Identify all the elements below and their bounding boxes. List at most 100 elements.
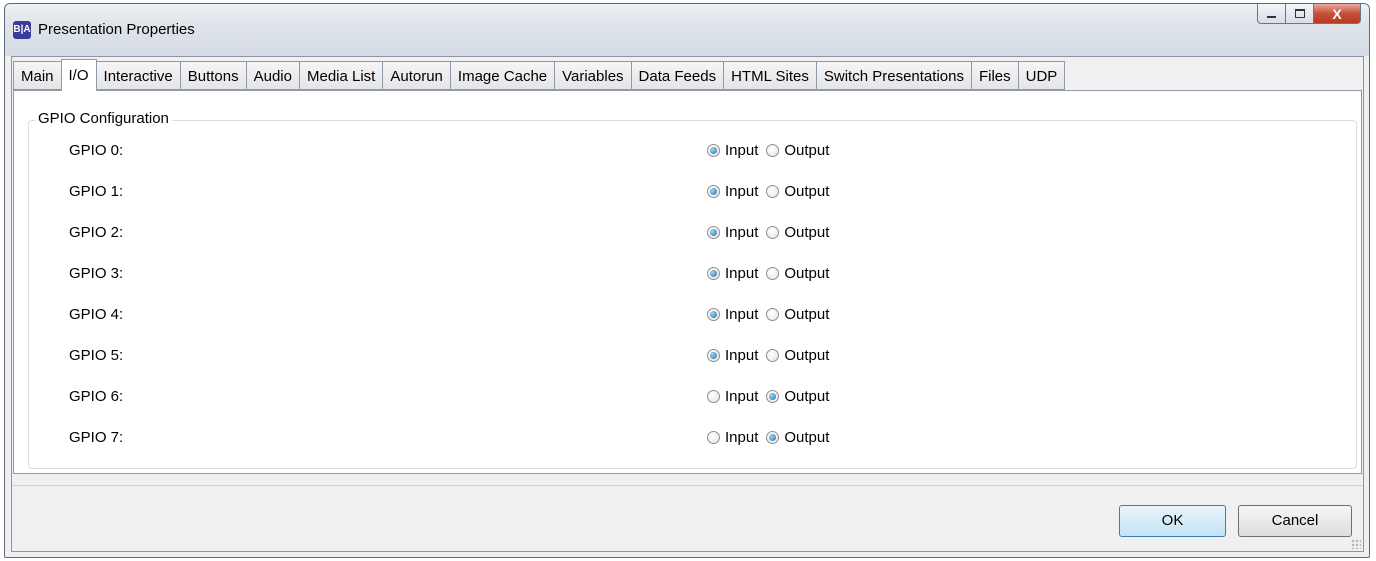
- radio-selected-icon[interactable]: [707, 185, 720, 198]
- gpio-label: GPIO 3:: [69, 265, 124, 282]
- gpio-row: GPIO 5: Input Output: [29, 345, 1356, 369]
- tab-media-list[interactable]: Media List: [298, 61, 384, 90]
- gpio-output-radio[interactable]: Output: [766, 142, 829, 159]
- gpio-output-radio[interactable]: Output: [766, 265, 829, 282]
- tab-udp[interactable]: UDP: [1017, 61, 1066, 90]
- gpio-label: GPIO 4:: [69, 306, 124, 323]
- minimize-button[interactable]: [1257, 4, 1286, 24]
- gpio-mode-radio-group: Input Output: [707, 183, 837, 200]
- tab-image-cache[interactable]: Image Cache: [449, 61, 556, 90]
- radio-label: Input: [725, 224, 759, 241]
- gpio-mode-radio-group: Input Output: [707, 265, 837, 282]
- tab-main[interactable]: Main: [13, 61, 62, 90]
- radio-unselected-icon[interactable]: [766, 185, 780, 198]
- tab-buttons[interactable]: Buttons: [179, 61, 247, 90]
- gpio-label: GPIO 7:: [69, 429, 124, 446]
- gpio-configuration-group: GPIO Configuration GPIO 0: Input Output GPI…: [28, 110, 1357, 469]
- gpio-mode-radio-group: Input Output: [707, 142, 837, 159]
- tab-audio[interactable]: Audio: [245, 61, 300, 90]
- radio-label: Input: [725, 142, 759, 159]
- dialog-content: Main I/O Interactive Buttons Audio Media List…: [11, 56, 1364, 552]
- tab-interactive[interactable]: Interactive: [95, 61, 181, 90]
- radio-label: Output: [784, 429, 830, 446]
- window-title: Presentation Properties: [38, 21, 195, 38]
- tab-switch-presentations[interactable]: Switch Presentations: [815, 61, 972, 90]
- radio-label: Output: [784, 224, 830, 241]
- radio-label: Input: [725, 388, 759, 405]
- gpio-input-radio[interactable]: Input: [707, 429, 758, 446]
- title-bar[interactable]: B|A Presentation Properties X: [5, 4, 1369, 56]
- gpio-mode-radio-group: Input Output: [707, 224, 837, 241]
- gpio-input-radio[interactable]: Input: [707, 306, 758, 323]
- tab-strip: Main I/O Interactive Buttons Audio Media List…: [13, 59, 1066, 91]
- ok-button[interactable]: OK: [1119, 505, 1226, 537]
- gpio-output-radio[interactable]: Output: [766, 388, 829, 405]
- io-tab-panel: GPIO Configuration GPIO 0: Input Output GPI…: [13, 90, 1362, 474]
- tab-variables[interactable]: Variables: [554, 61, 632, 90]
- gpio-row: GPIO 1: Input Output: [29, 181, 1356, 205]
- radio-label: Output: [784, 388, 830, 405]
- tab-autorun[interactable]: Autorun: [382, 61, 451, 90]
- radio-selected-icon[interactable]: [766, 431, 780, 444]
- gpio-output-radio[interactable]: Output: [766, 306, 829, 323]
- gpio-mode-radio-group: Input Output: [707, 429, 837, 446]
- radio-unselected-icon[interactable]: [707, 431, 720, 444]
- footer-divider: [12, 485, 1363, 486]
- radio-selected-icon[interactable]: [707, 349, 720, 362]
- gpio-output-radio[interactable]: Output: [766, 183, 829, 200]
- gpio-label: GPIO 0:: [69, 142, 124, 159]
- gpio-input-radio[interactable]: Input: [707, 224, 758, 241]
- gpio-mode-radio-group: Input Output: [707, 388, 837, 405]
- window-controls: X: [1257, 4, 1361, 26]
- radio-label: Input: [725, 265, 759, 282]
- radio-unselected-icon[interactable]: [766, 226, 780, 239]
- gpio-mode-radio-group: Input Output: [707, 347, 837, 364]
- radio-selected-icon[interactable]: [707, 226, 720, 239]
- tab-data-feeds[interactable]: Data Feeds: [630, 61, 725, 90]
- gpio-label: GPIO 5:: [69, 347, 124, 364]
- radio-unselected-icon[interactable]: [707, 390, 720, 403]
- gpio-output-radio[interactable]: Output: [766, 347, 829, 364]
- gpio-row: GPIO 7: Input Output: [29, 427, 1356, 451]
- tab-i-o[interactable]: I/O: [60, 59, 97, 91]
- maximize-icon: [1294, 9, 1305, 18]
- gpio-row: GPIO 4: Input Output: [29, 304, 1356, 328]
- gpio-row: GPIO 2: Input Output: [29, 222, 1356, 246]
- radio-selected-icon[interactable]: [766, 390, 780, 403]
- gpio-output-radio[interactable]: Output: [766, 429, 829, 446]
- gpio-row: GPIO 0: Input Output: [29, 140, 1356, 164]
- gpio-input-radio[interactable]: Input: [707, 388, 758, 405]
- gpio-group-label: GPIO Configuration: [35, 110, 172, 127]
- tab-html-sites[interactable]: HTML Sites: [723, 61, 817, 90]
- presentation-properties-window: B|A Presentation Properties X Main I/O Int…: [4, 3, 1370, 558]
- resize-grip-icon[interactable]: [1351, 539, 1361, 549]
- tab-files[interactable]: Files: [970, 61, 1019, 90]
- gpio-input-radio[interactable]: Input: [707, 142, 758, 159]
- radio-label: Output: [784, 347, 830, 364]
- radio-label: Output: [784, 142, 830, 159]
- radio-selected-icon[interactable]: [707, 308, 720, 321]
- radio-selected-icon[interactable]: [707, 144, 720, 157]
- radio-unselected-icon[interactable]: [766, 308, 780, 321]
- close-button[interactable]: X: [1313, 4, 1361, 24]
- gpio-input-radio[interactable]: Input: [707, 265, 758, 282]
- maximize-button[interactable]: [1285, 4, 1314, 24]
- radio-label: Input: [725, 183, 759, 200]
- radio-label: Input: [725, 306, 759, 323]
- gpio-input-radio[interactable]: Input: [707, 183, 758, 200]
- gpio-output-radio[interactable]: Output: [766, 224, 829, 241]
- gpio-input-radio[interactable]: Input: [707, 347, 758, 364]
- radio-selected-icon[interactable]: [707, 267, 720, 280]
- app-icon: B|A: [13, 21, 31, 39]
- cancel-button[interactable]: Cancel: [1238, 505, 1352, 537]
- minimize-icon: [1267, 15, 1276, 18]
- gpio-label: GPIO 2:: [69, 224, 124, 241]
- radio-label: Output: [784, 306, 830, 323]
- radio-unselected-icon[interactable]: [766, 267, 780, 280]
- radio-label: Output: [784, 265, 830, 282]
- close-icon: X: [1332, 5, 1342, 22]
- radio-unselected-icon[interactable]: [766, 349, 780, 362]
- gpio-mode-radio-group: Input Output: [707, 306, 837, 323]
- radio-label: Output: [784, 183, 830, 200]
- radio-unselected-icon[interactable]: [766, 144, 780, 157]
